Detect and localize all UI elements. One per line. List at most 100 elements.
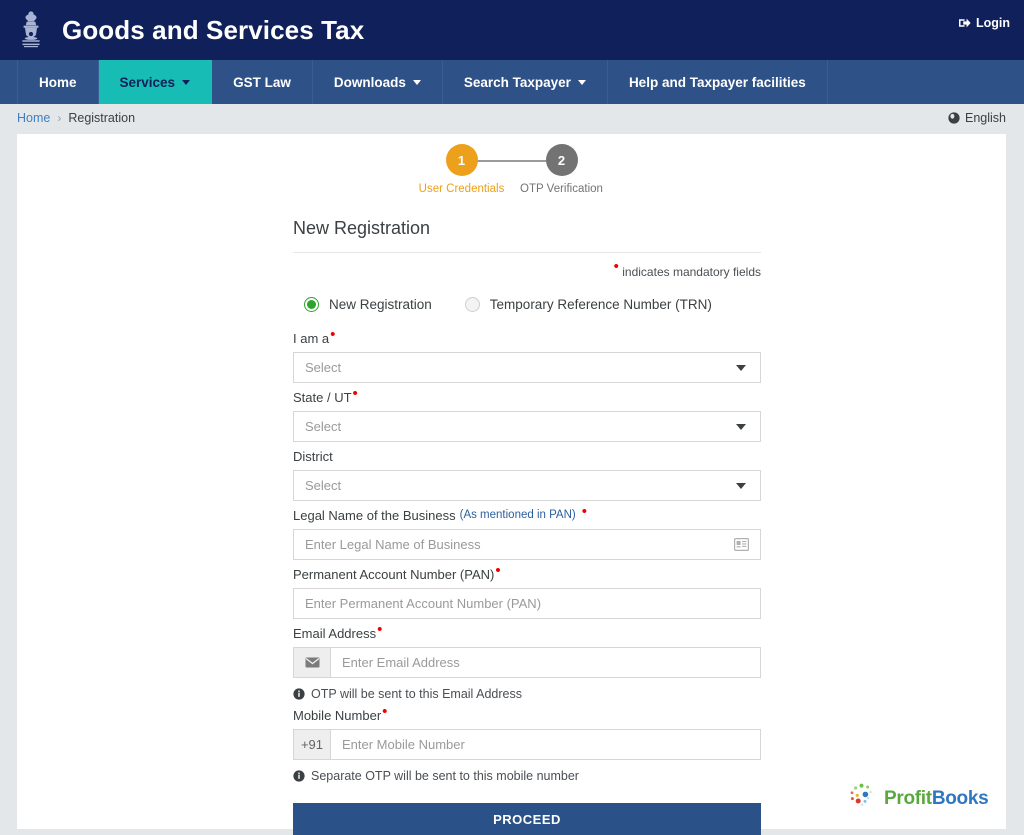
mandatory-note-text: indicates mandatory fields	[622, 265, 761, 279]
select-value: Select	[305, 360, 342, 375]
id-card-icon	[734, 538, 749, 551]
required-marker-icon: •	[352, 385, 358, 402]
step-label: OTP Verification	[520, 183, 603, 195]
language-label: English	[965, 111, 1006, 125]
mobile-otp-note: Separate OTP will be sent to this mobile…	[293, 760, 761, 783]
field-email: Email Address • Enter Email Address OTP …	[293, 619, 761, 701]
nav-label: Help and Taxpayer facilities	[628, 74, 806, 90]
nav-item-search-taxpayer[interactable]: Search Taxpayer	[443, 60, 608, 104]
email-otp-note: OTP will be sent to this Email Address	[293, 678, 761, 701]
step-otp-verification[interactable]: 2 OTP Verification	[512, 144, 612, 195]
nav-label: GST Law	[233, 74, 291, 90]
required-marker-icon: •	[382, 703, 388, 720]
label-text: Permanent Account Number (PAN)	[293, 567, 495, 582]
email-input-wrapper[interactable]: Enter Email Address	[293, 647, 761, 678]
field-label: Permanent Account Number (PAN) •	[293, 562, 761, 588]
country-code-addon: +91	[294, 730, 331, 759]
breadcrumb-separator: ›	[57, 111, 62, 125]
breadcrumb: Home › Registration English	[0, 104, 1024, 132]
nav-item-services[interactable]: Services	[98, 60, 213, 104]
nav-label: Services	[119, 74, 176, 90]
field-district: District Select	[293, 442, 761, 501]
profitbooks-word-first: Profit	[884, 787, 932, 809]
label-text: District	[293, 449, 333, 464]
required-marker-icon: •	[581, 503, 587, 520]
mobile-input-wrapper[interactable]: +91 Enter Mobile Number	[293, 729, 761, 760]
chevron-down-icon	[736, 482, 746, 489]
mobile-input[interactable]: Enter Mobile Number	[331, 737, 760, 752]
profitbooks-word-second: Books	[931, 787, 989, 809]
radio-new-registration[interactable]	[304, 297, 319, 312]
pan-input[interactable]: Enter Permanent Account Number (PAN)	[294, 596, 760, 611]
state-ut-select[interactable]: Select	[293, 411, 761, 442]
label-text: I am a	[293, 331, 330, 346]
info-icon	[293, 688, 305, 700]
language-selector[interactable]: English	[948, 111, 1006, 125]
nav-label: Home	[39, 74, 77, 90]
legal-name-input[interactable]: Enter Legal Name of Business	[294, 537, 734, 552]
district-select[interactable]: Select	[293, 470, 761, 501]
chevron-down-icon	[577, 79, 586, 85]
required-marker-icon: •	[495, 562, 501, 579]
form-heading: New Registration	[293, 195, 761, 253]
nav-item-help-and-taxpayer-facilities[interactable]: Help and Taxpayer facilities	[608, 60, 828, 104]
select-value: Select	[305, 478, 342, 493]
profitbooks-logo: ProfitBooks	[848, 783, 989, 814]
legal-name-input-wrapper[interactable]: Enter Legal Name of Business	[293, 529, 761, 560]
required-marker-icon: •	[330, 326, 336, 343]
nav-item-home[interactable]: Home	[17, 60, 99, 104]
field-label: District	[293, 449, 761, 470]
nav-item-downloads[interactable]: Downloads	[313, 60, 443, 104]
main-navigation: Home Services GST Law Downloads Search T…	[0, 60, 1024, 104]
globe-icon	[948, 112, 960, 124]
required-marker-icon: •	[377, 621, 383, 638]
chevron-down-icon	[736, 423, 746, 430]
label-hint: (As mentioned in PAN)	[459, 509, 576, 521]
registration-type-radio-group: New Registration Temporary Reference Num…	[293, 279, 761, 324]
page-title: Goods and Services Tax	[62, 14, 365, 45]
registration-form: New Registration • indicates mandatory f…	[293, 195, 761, 835]
radio-new-registration-label[interactable]: New Registration	[329, 297, 432, 312]
field-state-ut: State / UT • Select	[293, 383, 761, 442]
select-value: Select	[305, 419, 342, 434]
nav-label: Downloads	[333, 74, 406, 90]
chevron-down-icon	[736, 364, 746, 371]
breadcrumb-current: Registration	[68, 111, 136, 125]
field-label: I am a •	[293, 326, 761, 352]
field-i-am-a: I am a • Select	[293, 324, 761, 383]
email-input[interactable]: Enter Email Address	[331, 655, 760, 670]
field-mobile: Mobile Number • +91 Enter Mobile Number …	[293, 701, 761, 783]
login-label: Login	[975, 16, 1010, 30]
note-text: Separate OTP will be sent to this mobile…	[311, 769, 579, 783]
proceed-button[interactable]: PROCEED	[293, 803, 761, 835]
label-text: State / UT	[293, 390, 352, 405]
login-button[interactable]: Login	[958, 16, 1010, 30]
nav-item-gst-law[interactable]: GST Law	[212, 60, 313, 104]
chevron-down-icon	[412, 79, 421, 85]
pan-input-wrapper[interactable]: Enter Permanent Account Number (PAN)	[293, 588, 761, 619]
step-user-credentials[interactable]: 1 User Credentials	[412, 144, 562, 195]
content-panel: 1 User Credentials 2 OTP Verification Ne…	[17, 134, 1006, 835]
info-icon	[293, 770, 305, 782]
field-pan: Permanent Account Number (PAN) • Enter P…	[293, 560, 761, 619]
field-label: Legal Name of the Business (As mentioned…	[293, 503, 761, 529]
label-text: Email Address	[293, 626, 377, 641]
step-number: 1	[445, 144, 478, 176]
step-label: User Credentials	[418, 183, 505, 195]
radio-temporary-reference-number[interactable]	[464, 297, 480, 312]
label-text: Legal Name of the Business	[293, 508, 456, 523]
required-marker-icon: •	[613, 258, 619, 275]
i-am-a-select[interactable]: Select	[293, 352, 761, 383]
radio-temporary-reference-number-label[interactable]: Temporary Reference Number (TRN)	[490, 297, 712, 312]
step-number: 2	[545, 144, 578, 176]
nav-label: Search Taxpayer	[463, 74, 571, 90]
field-label: Mobile Number •	[293, 703, 761, 729]
india-state-emblem-icon	[14, 6, 48, 54]
mandatory-fields-note: • indicates mandatory fields	[293, 253, 761, 279]
label-text: Mobile Number	[293, 708, 382, 723]
envelope-icon	[294, 648, 331, 677]
breadcrumb-home-link[interactable]: Home	[17, 111, 50, 125]
field-legal-name: Legal Name of the Business (As mentioned…	[293, 501, 761, 560]
registration-stepper: 1 User Credentials 2 OTP Verification	[17, 134, 1006, 195]
site-header: Goods and Services Tax Login	[0, 0, 1024, 60]
